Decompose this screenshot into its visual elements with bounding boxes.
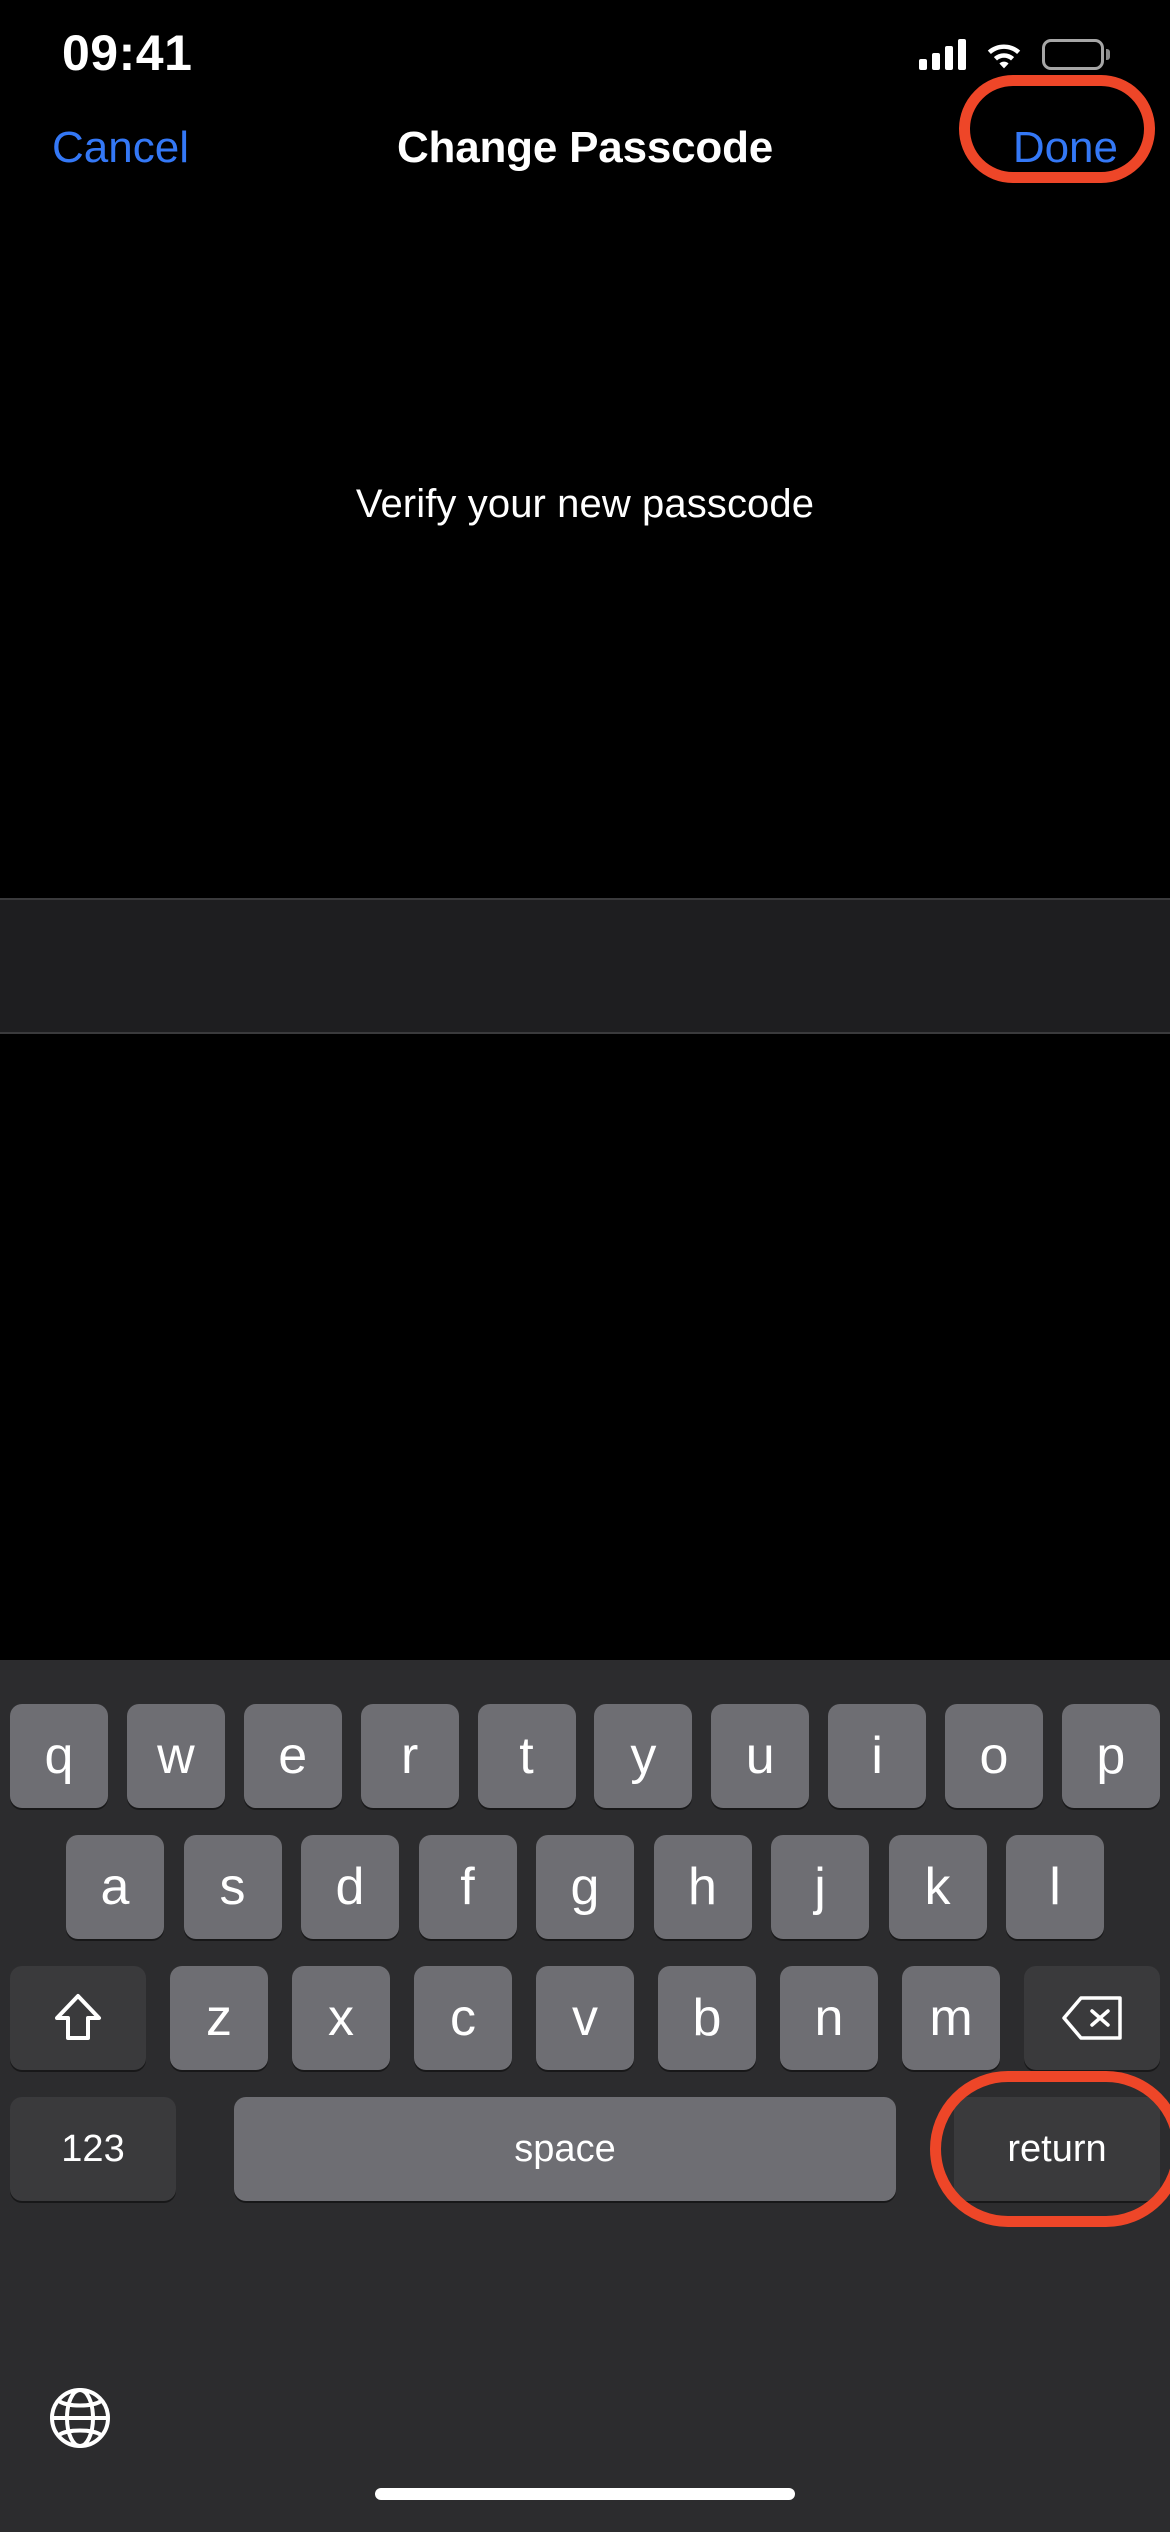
key-i[interactable]: i: [828, 1704, 927, 1808]
status-bar-clock: 09:41: [62, 25, 193, 81]
backspace-key[interactable]: [1024, 1966, 1160, 2070]
passcode-field-row[interactable]: [0, 898, 1170, 1034]
keyboard-row-1: q w e r t y u i o p: [0, 1704, 1170, 1808]
key-h[interactable]: h: [653, 1835, 752, 1939]
key-m[interactable]: m: [902, 1966, 1000, 2070]
key-y[interactable]: y: [594, 1704, 693, 1808]
key-v[interactable]: v: [536, 1966, 634, 2070]
globe-key[interactable]: [48, 2386, 112, 2450]
key-u[interactable]: u: [711, 1704, 810, 1808]
key-c[interactable]: c: [414, 1966, 512, 2070]
key-w[interactable]: w: [126, 1704, 225, 1808]
key-e[interactable]: e: [243, 1704, 342, 1808]
key-k[interactable]: k: [888, 1835, 987, 1939]
passcode-input[interactable]: [0, 900, 1170, 1032]
return-key-container: return: [930, 2071, 1170, 2227]
key-t[interactable]: t: [477, 1704, 576, 1808]
key-n[interactable]: n: [780, 1966, 878, 2070]
cancel-button[interactable]: Cancel: [48, 117, 193, 179]
cellular-signal-icon: [919, 38, 966, 70]
key-l[interactable]: l: [1006, 1835, 1104, 1939]
keyboard-row-4: 123 space return: [0, 2071, 1170, 2227]
main-content: Verify your new passcode: [0, 196, 1170, 1660]
key-q[interactable]: q: [10, 1704, 108, 1808]
key-b[interactable]: b: [658, 1966, 756, 2070]
home-indicator[interactable]: [375, 2488, 795, 2500]
key-g[interactable]: g: [536, 1835, 634, 1939]
done-button[interactable]: Done: [1009, 117, 1122, 179]
return-key[interactable]: return: [954, 2097, 1160, 2201]
backspace-icon: [1061, 1995, 1123, 2041]
navigation-bar: Cancel Change Passcode Done: [0, 75, 1170, 196]
key-a[interactable]: a: [66, 1835, 164, 1939]
key-z[interactable]: z: [170, 1966, 268, 2070]
status-bar: 09:41: [0, 0, 1170, 100]
numbers-key[interactable]: 123: [10, 2097, 176, 2201]
globe-icon: [48, 2386, 112, 2450]
space-key[interactable]: space: [234, 2097, 896, 2201]
key-r[interactable]: r: [360, 1704, 459, 1808]
passcode-prompt-label: Verify your new passcode: [355, 482, 815, 526]
keyboard-bottom-bar: [0, 2366, 1170, 2532]
iphone-screen: 09:41 Cancel Change Passcode Done Verify…: [0, 0, 1170, 2532]
key-o[interactable]: o: [945, 1704, 1043, 1808]
key-f[interactable]: f: [418, 1835, 517, 1939]
battery-icon: [1042, 38, 1110, 70]
status-bar-icons: [919, 38, 1110, 70]
key-p[interactable]: p: [1061, 1704, 1160, 1808]
key-j[interactable]: j: [771, 1835, 869, 1939]
shift-icon: [54, 1992, 102, 2044]
key-d[interactable]: d: [301, 1835, 399, 1939]
keyboard-row-3: z x c v b n m: [0, 1966, 1170, 2070]
keyboard-row-2: a s d f g h j k l: [0, 1835, 1170, 1939]
key-s[interactable]: s: [183, 1835, 282, 1939]
done-button-container: Done: [958, 75, 1155, 183]
shift-key[interactable]: [10, 1966, 146, 2070]
wifi-icon: [984, 38, 1024, 70]
key-x[interactable]: x: [292, 1966, 390, 2070]
